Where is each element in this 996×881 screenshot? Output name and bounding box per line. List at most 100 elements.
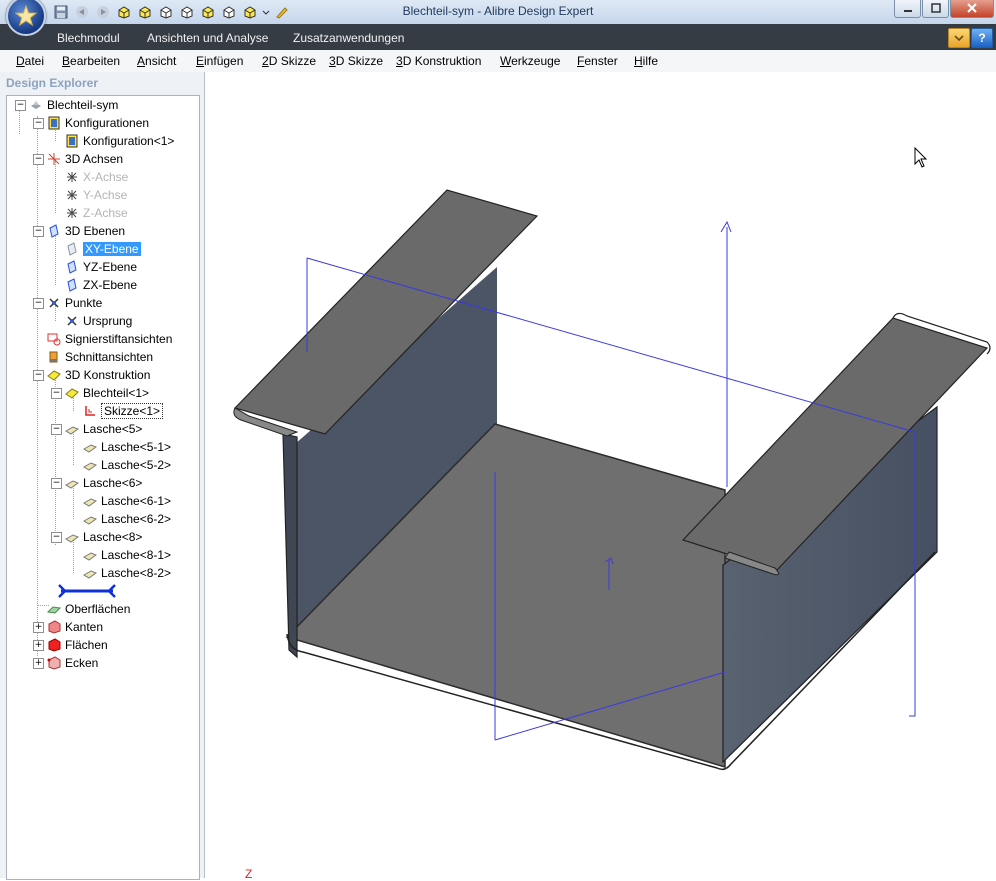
tree-node-schnittansichten[interactable]: Schnittansichten — [47, 348, 153, 366]
tree-node-oberflaechen[interactable]: Oberflächen — [47, 600, 130, 618]
tree-node-x-achse[interactable]: X-Achse — [65, 168, 128, 186]
tree-node-3d-ebenen[interactable]: 3D Ebenen — [47, 222, 125, 240]
menu-fenster[interactable]: Fenster — [577, 54, 618, 68]
tree-toggle[interactable]: + — [33, 622, 44, 633]
design-explorer-panel: Design Explorer − − − − − − − − − − + + … — [0, 72, 205, 880]
tree-node-lasche-6-1[interactable]: Lasche<6-1> — [83, 492, 171, 510]
tree-toggle[interactable]: − — [15, 100, 26, 111]
tree-node-z-achse[interactable]: Z-Achse — [65, 204, 128, 222]
left-wall-front — [282, 433, 298, 659]
tab-ansichten-und-analyse[interactable]: Ansichten und Analyse — [147, 31, 268, 45]
rollback-bar-icon[interactable] — [57, 584, 117, 598]
tree-toggle[interactable]: − — [51, 388, 62, 399]
plane-icon — [65, 260, 79, 274]
menu-bar: Datei Bearbeiten Ansicht Einfügen 2D Ski… — [0, 50, 996, 73]
maximize-button[interactable] — [922, 0, 949, 18]
design-explorer-title: Design Explorer — [6, 76, 99, 90]
tree-node-lasche-8[interactable]: Lasche<8> — [65, 528, 142, 546]
flange-icon — [83, 548, 97, 562]
menu-einfuegen[interactable]: Einfügen — [196, 54, 243, 68]
tree-toggle[interactable]: + — [33, 640, 44, 651]
planes-icon — [47, 224, 61, 238]
tree-toggle[interactable]: + — [33, 658, 44, 669]
tree-toggle[interactable]: − — [51, 532, 62, 543]
configurations-icon — [47, 116, 61, 130]
flange-icon — [65, 530, 79, 544]
surfaces-icon — [47, 602, 61, 616]
menu-2d-skizze[interactable]: 2D Skizze — [262, 54, 316, 68]
tab-blechmodul[interactable]: Blechmodul — [57, 31, 120, 45]
tree-toggle[interactable]: − — [33, 226, 44, 237]
tree-toggle[interactable]: − — [33, 298, 44, 309]
tree-toggle[interactable]: − — [51, 424, 62, 435]
sheet-metal-model[interactable]: Z — [205, 72, 996, 881]
tree-node-lasche-5-2[interactable]: Lasche<5-2> — [83, 456, 171, 474]
tree-node-kanten[interactable]: Kanten — [47, 618, 103, 636]
axis-icon — [65, 206, 79, 220]
minimize-button[interactable] — [894, 0, 921, 18]
window-controls — [894, 0, 994, 18]
tree-node-konfigurationen[interactable]: Konfigurationen — [47, 114, 149, 132]
tree-node-y-achse[interactable]: Y-Achse — [65, 186, 127, 204]
tree-node-3d-achsen[interactable]: 3D Achsen — [47, 150, 123, 168]
tree-node-xy-ebene[interactable]: XY-Ebene — [65, 240, 141, 258]
menu-werkzeuge[interactable]: Werkzeuge — [500, 54, 560, 68]
construction-icon — [47, 368, 61, 382]
tree-node-lasche-5-1[interactable]: Lasche<5-1> — [83, 438, 171, 456]
chevron-down-icon — [954, 35, 964, 42]
flange-icon — [83, 458, 97, 472]
axis-icon — [65, 170, 79, 184]
tree-node-lasche-6-2[interactable]: Lasche<6-2> — [83, 510, 171, 528]
tree-node-signierstiftansichten[interactable]: Signierstiftansichten — [47, 330, 172, 348]
tree-node-skizze-1[interactable]: Skizze<1> — [83, 402, 164, 420]
menu-datei[interactable]: Datei — [16, 54, 44, 68]
tree-toggle[interactable]: − — [33, 118, 44, 129]
flange-icon — [83, 440, 97, 454]
close-button[interactable] — [950, 0, 994, 18]
axis-z-label: Z — [245, 867, 252, 878]
menu-hilfe[interactable]: Hilfe — [634, 54, 658, 68]
title-bar: Blechteil-sym - Alibre Design Expert — [0, 0, 996, 25]
tree-node-3d-konstruktion[interactable]: 3D Konstruktion — [47, 366, 150, 384]
menu-3d-konstruktion[interactable]: 3D Konstruktion — [396, 54, 481, 68]
configuration-icon — [65, 134, 79, 148]
tab-zusatzanwendungen[interactable]: Zusatzanwendungen — [293, 31, 404, 45]
redline-icon — [47, 332, 61, 346]
tree-node-ecken[interactable]: Ecken — [47, 654, 98, 672]
tree-node-lasche-6[interactable]: Lasche<6> — [65, 474, 142, 492]
help-button[interactable]: ? — [971, 28, 993, 48]
faces-icon — [47, 638, 61, 652]
tree-node-ursprung[interactable]: Ursprung — [65, 312, 132, 330]
tree-node-yz-ebene[interactable]: YZ-Ebene — [65, 258, 137, 276]
tree-node-konfiguration-1[interactable]: Konfiguration<1> — [65, 132, 174, 150]
tree-node-flaechen[interactable]: Flächen — [47, 636, 108, 654]
design-tree: − − − − − − − − − − + + + Blechteil-sym … — [6, 95, 200, 880]
flange-icon — [65, 422, 79, 436]
tree-node-blechteil-sym[interactable]: Blechteil-sym — [29, 96, 118, 114]
tree-toggle[interactable]: − — [33, 370, 44, 381]
tree-node-blechteil-1[interactable]: Blechteil<1> — [65, 384, 149, 402]
star-icon — [14, 4, 38, 27]
tree-node-lasche-5[interactable]: Lasche<5> — [65, 420, 142, 438]
ribbon-minimize-button[interactable] — [948, 28, 970, 48]
origin-icon — [65, 314, 79, 328]
tree-node-punkte[interactable]: Punkte — [47, 294, 102, 312]
flange-icon — [83, 566, 97, 580]
tree-node-lasche-8-2[interactable]: Lasche<8-2> — [83, 564, 171, 582]
flange-icon — [83, 512, 97, 526]
tree-toggle[interactable]: − — [33, 154, 44, 165]
menu-bearbeiten[interactable]: Bearbeiten — [62, 54, 120, 68]
menu-ansicht[interactable]: Ansicht — [137, 54, 176, 68]
3d-viewport[interactable]: Z — [205, 72, 996, 881]
axes-icon — [47, 152, 61, 166]
menu-3d-skizze[interactable]: 3D Skizze — [329, 54, 383, 68]
mouse-cursor-icon — [914, 146, 928, 168]
tree-node-lasche-8-1[interactable]: Lasche<8-1> — [83, 546, 171, 564]
section-icon — [47, 350, 61, 364]
plane-icon — [65, 242, 79, 256]
vertices-icon — [47, 656, 61, 670]
axis-icon — [65, 188, 79, 202]
tree-node-zx-ebene[interactable]: ZX-Ebene — [65, 276, 137, 294]
plane-icon — [65, 278, 79, 292]
tree-toggle[interactable]: − — [51, 478, 62, 489]
